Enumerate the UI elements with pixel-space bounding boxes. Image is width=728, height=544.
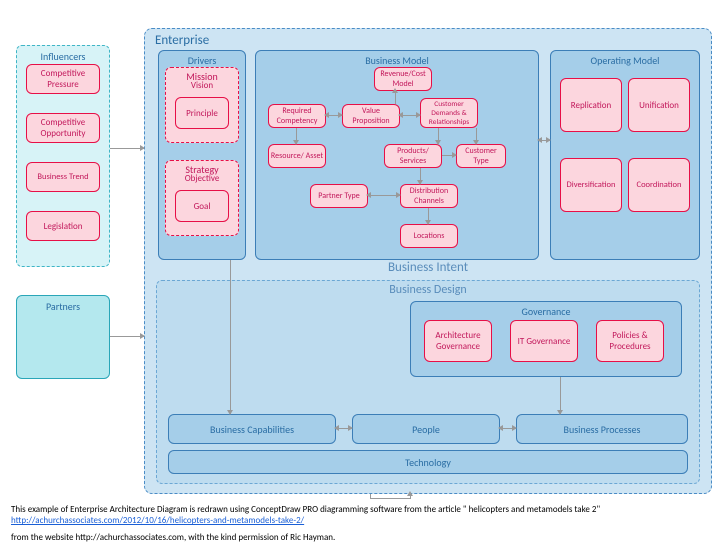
influencer-item: Competitive Pressure [26,64,100,94]
arrow-head [396,192,401,198]
arrow-head [324,112,329,118]
drivers-title: Drivers [188,54,217,67]
arrow-head [512,425,517,431]
arrow-head [366,192,371,198]
arrow-head [498,425,503,431]
arrow-head [398,112,403,118]
arrow-head [227,410,233,415]
goal-box: Goal [175,190,229,222]
partners-panel: Partners [16,295,110,379]
bm-partner-type: Partner Type [310,184,368,208]
bm-value-proposition: Value Proposition [342,104,400,128]
arrow-head [348,425,353,431]
bm-products-services: Products/ Services [384,144,442,168]
op-diversification: Diversification [560,158,622,212]
arrow [110,336,144,337]
op-coordination: Coordination [628,158,690,212]
arrow [230,260,231,414]
arrow-head [140,333,145,339]
influencer-item: Competitive Opportunity [26,113,100,143]
arrow-head [338,112,343,118]
gov-arch: Architecture Governance [424,320,492,362]
arrow-head [334,425,339,431]
caption-line2: from the website http://achurchassociate… [11,532,335,543]
arrow [370,498,410,499]
arrow-head [473,140,479,145]
caption-line1: This example of Enterprise Architecture … [11,504,721,526]
technology: Technology [168,450,688,474]
biz-capabilities: Business Capabilities [168,414,336,444]
arrow-head [140,145,145,151]
bm-revenue-cost: Revenue/Cost Model [374,67,432,91]
bm-resource-asset: Resource/ Asset [268,144,326,168]
gov-policies: Policies & Procedures [596,320,664,362]
vision-label: Vision [165,80,239,91]
governance-title: Governance [522,305,571,318]
arrow-head [546,137,551,143]
arrow-head [416,112,421,118]
bm-distribution: Distribution Channels [400,184,458,208]
caption-link[interactable]: http://achurchassociates.com/2012/10/16/… [11,515,304,526]
arrow-head [557,410,563,415]
arrow-head [452,152,457,158]
arrow-head [435,140,441,145]
enterprise-title: Enterprise [155,33,209,48]
op-replication: Replication [560,78,622,132]
arrow [560,377,561,414]
partners-title: Partners [46,300,80,313]
gov-it: IT Governance [510,320,578,362]
bm-required-competency: Required Competency [268,104,326,128]
bm-customer-demands: Customer Demands & Relationships [420,98,478,128]
arrow-head [425,220,431,225]
biz-processes: Business Processes [516,414,688,444]
bm-customer-type: Customer Type [456,144,506,168]
arrow-head [407,491,413,496]
objective-label: Objective [165,173,239,184]
principle-box: Principle [175,97,229,129]
operating-model-title: Operating Model [591,54,660,67]
arrow [110,148,144,149]
arrow-head [537,137,542,143]
influencers-title: Influencers [41,50,86,63]
business-design-label: Business Design [157,283,699,297]
arrow-head [293,140,299,145]
influencer-item: Legislation [26,211,100,241]
bm-locations: Locations [400,224,458,248]
business-model-title: Business Model [365,54,429,67]
arrow-head [392,88,398,93]
influencer-item: Business Trend [26,162,100,192]
op-unification: Unification [628,78,690,132]
arrow-head [417,180,423,185]
people: People [352,414,500,444]
